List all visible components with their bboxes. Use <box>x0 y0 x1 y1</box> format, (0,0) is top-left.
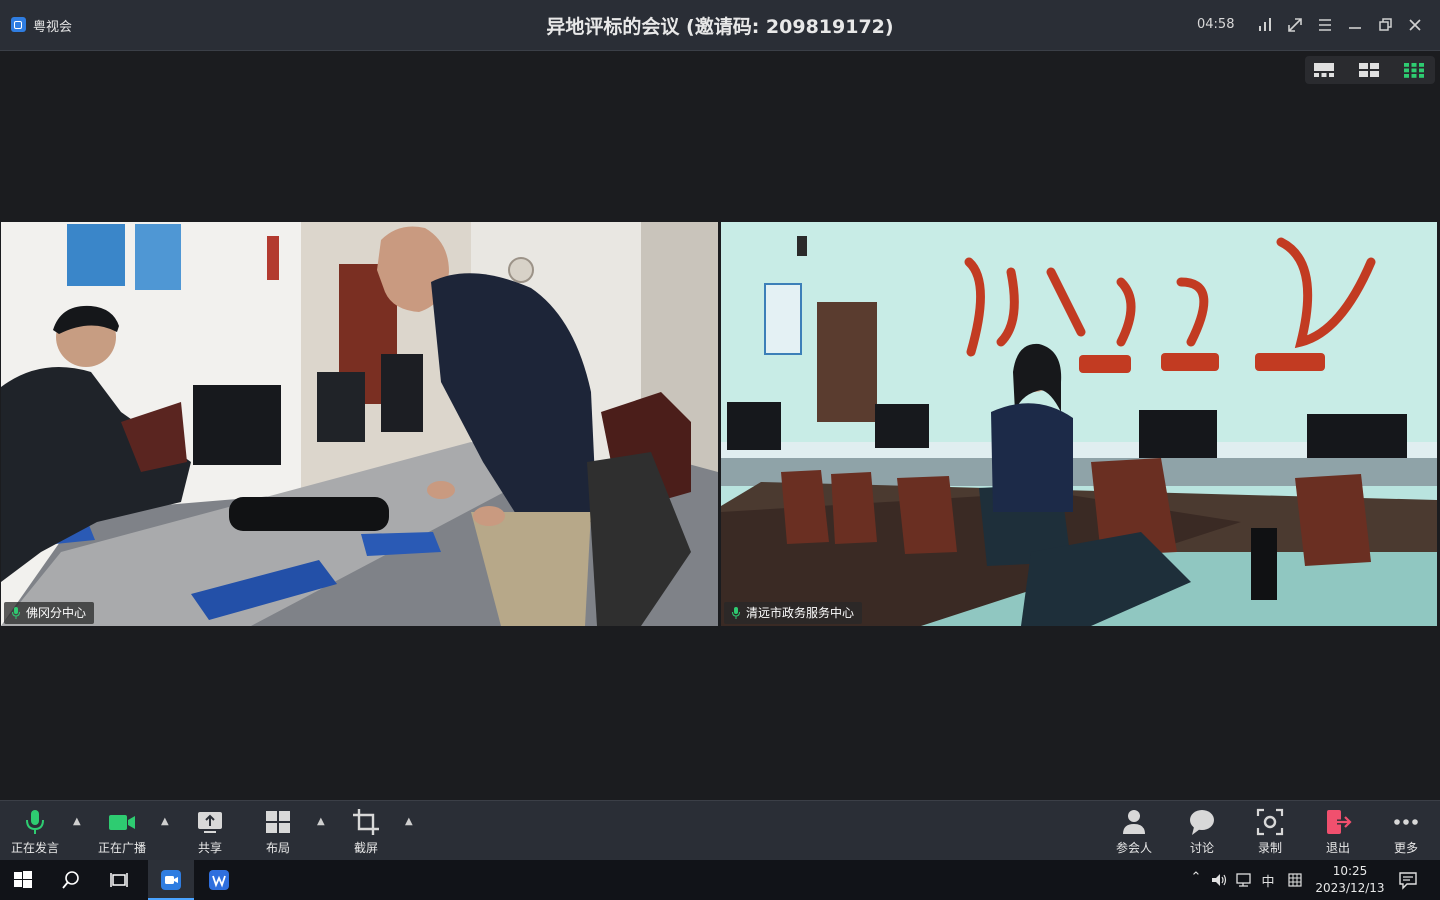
participant-name: 佛冈分中心 <box>26 606 87 620</box>
fullscreen-icon[interactable] <box>1284 14 1306 36</box>
participants-button-label: 参会人 <box>1115 841 1152 855</box>
record-icon <box>1256 808 1284 836</box>
more-icon <box>1394 819 1418 825</box>
video-button-label: 正在广播 <box>97 841 146 855</box>
chat-icon <box>1190 810 1214 835</box>
taskbar-meeting-app[interactable] <box>148 860 194 900</box>
notification-center-icon[interactable] <box>1398 870 1418 890</box>
ime-grid-icon[interactable] <box>1286 870 1304 890</box>
layout-button[interactable]: 布局 <box>243 807 313 856</box>
mute-button-label: 正在发言 <box>10 841 59 855</box>
ime-mode-indicator[interactable]: 中 <box>1259 871 1277 891</box>
windows-taskbar: ⌃ 中 10:25 2023/12/13 <box>0 860 1440 900</box>
microphone-icon <box>26 810 44 834</box>
search-button[interactable] <box>48 860 94 900</box>
video-tile-right[interactable]: 清远市政务服务中心 <box>721 222 1437 626</box>
signal-icon[interactable] <box>1254 14 1276 36</box>
video-feed-left <box>1 222 718 626</box>
share-button-label: 共享 <box>197 841 222 855</box>
layout-switcher <box>1305 56 1435 84</box>
speaker-layout-icon[interactable] <box>1311 60 1337 80</box>
search-icon <box>62 871 79 889</box>
start-icon <box>14 871 32 888</box>
chat-button-label: 讨论 <box>1189 841 1214 855</box>
tray-overflow-icon[interactable]: ⌃ <box>1187 870 1205 890</box>
minimize-icon[interactable] <box>1344 14 1366 36</box>
mute-button[interactable]: 正在发言 <box>0 807 70 856</box>
exit-icon <box>1327 810 1353 834</box>
leave-button-label: 退出 <box>1325 841 1350 855</box>
record-button[interactable]: 录制 <box>1235 807 1305 856</box>
share-screen-icon <box>198 812 222 833</box>
screenshot-options-caret-icon[interactable]: ▲ <box>405 816 413 827</box>
network-icon[interactable] <box>1235 870 1253 890</box>
camera-icon <box>109 815 135 830</box>
video-options-caret-icon[interactable]: ▲ <box>161 816 169 827</box>
chat-button[interactable]: 讨论 <box>1167 807 1237 856</box>
task-view-icon <box>110 873 128 887</box>
start-button[interactable] <box>0 860 46 900</box>
volume-icon[interactable] <box>1210 870 1228 890</box>
task-view-button[interactable] <box>96 860 142 900</box>
more-button-label: 更多 <box>1393 841 1418 855</box>
meeting-toolbar: 正在发言 ▲ 正在广播 ▲ 共享 布局 ▲ 截屏 ▲ 参会人 讨论 录制 退出 … <box>0 800 1440 861</box>
participants-button[interactable]: 参会人 <box>1099 807 1169 856</box>
leave-button[interactable]: 退出 <box>1303 807 1373 856</box>
screenshot-button-label: 截屏 <box>353 841 378 855</box>
record-button-label: 录制 <box>1257 841 1282 855</box>
meeting-timer: 04:58 <box>1197 17 1235 32</box>
video-tile-left[interactable]: 佛冈分中心 <box>1 222 718 626</box>
menu-icon[interactable] <box>1314 14 1336 36</box>
close-icon[interactable] <box>1404 14 1426 36</box>
grid-4-layout-icon[interactable] <box>1356 60 1382 80</box>
wps-writer-icon <box>209 870 229 890</box>
taskbar-wps-writer[interactable] <box>196 860 242 900</box>
layout-options-caret-icon[interactable]: ▲ <box>317 816 325 827</box>
grid-9-layout-icon[interactable] <box>1401 60 1427 80</box>
participant-name-tag: 清远市政务服务中心 <box>724 602 863 624</box>
participants-icon <box>1123 810 1145 834</box>
restore-icon[interactable] <box>1374 14 1396 36</box>
layout-button-label: 布局 <box>265 841 290 855</box>
clock-date: 2023/12/13 <box>1315 881 1385 895</box>
microphone-icon <box>732 607 740 619</box>
microphone-icon <box>12 607 20 619</box>
more-button[interactable]: 更多 <box>1371 807 1440 856</box>
layout-icon <box>266 811 290 833</box>
screenshot-button[interactable]: 截屏 <box>331 807 401 856</box>
participant-name: 清远市政务服务中心 <box>746 606 855 620</box>
clock-time: 10:25 <box>1332 864 1368 878</box>
video-button[interactable]: 正在广播 <box>87 807 157 856</box>
video-feed-right <box>721 222 1437 626</box>
taskbar-clock[interactable]: 10:25 2023/12/13 <box>1312 863 1388 897</box>
crop-icon <box>353 809 379 835</box>
title-bar: 粤视会 异地评标的会议 (邀请码: 209819172) 04:58 <box>0 0 1440 51</box>
mic-options-caret-icon[interactable]: ▲ <box>73 816 81 827</box>
share-button[interactable]: 共享 <box>175 807 245 856</box>
meeting-app-icon <box>161 870 181 890</box>
participant-name-tag: 佛冈分中心 <box>4 602 95 624</box>
